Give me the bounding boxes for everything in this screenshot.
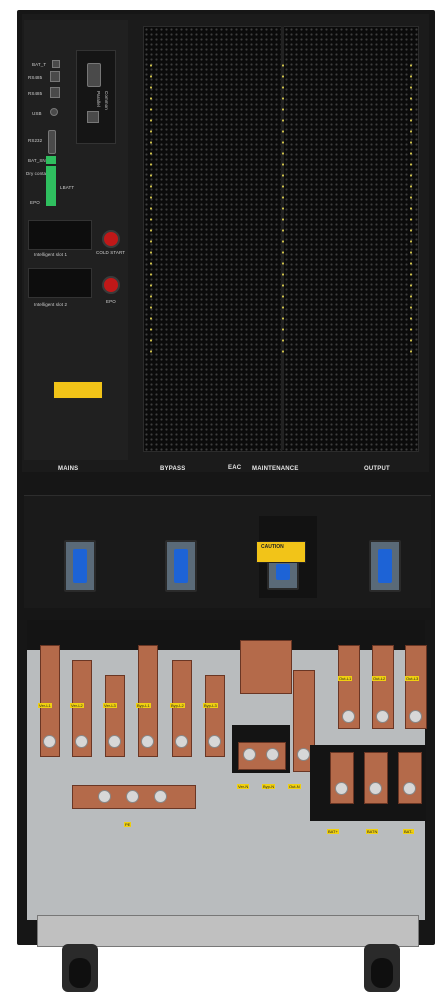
- output-switch-handle[interactable]: [378, 549, 392, 583]
- bolt-out-n: [297, 748, 310, 761]
- mains-label: MAINS: [58, 466, 79, 472]
- maintenance-switch-handle[interactable]: [276, 564, 290, 580]
- bolt-out-l3: [409, 710, 422, 723]
- tag-byp-n: Byp-N: [262, 784, 276, 789]
- parallel-port-2[interactable]: [87, 111, 99, 123]
- tag-bat-plus: BAT+: [327, 829, 339, 834]
- tag-byp-l2: Byp-L2: [170, 703, 185, 708]
- wheel-left: [69, 958, 91, 988]
- output-label: OUTPUT: [364, 466, 390, 472]
- tag-out-l2: Out-L2: [372, 676, 387, 681]
- rs485-port-2[interactable]: [50, 87, 60, 98]
- intelligent-slot-2[interactable]: [28, 268, 92, 298]
- parallel-label: Parallel: [96, 91, 101, 107]
- bypass-switch-handle[interactable]: [174, 549, 188, 583]
- port-label-rs485-1: RS485: [28, 75, 43, 80]
- tag-ver-n: Ver-N: [237, 784, 250, 789]
- bolt-ver-l1: [43, 735, 56, 748]
- cold-start-button[interactable]: [102, 230, 120, 248]
- mains-switch[interactable]: [64, 540, 96, 592]
- bolt-ver-l3: [108, 735, 121, 748]
- bolt-bat-n: [369, 782, 382, 795]
- cold-start-label: COLD START: [96, 250, 126, 255]
- bolt-bat-minus: [403, 782, 416, 795]
- terminal-bat-plus: [330, 752, 354, 804]
- tag-ver-l3: Ver-L3: [103, 703, 117, 708]
- caution-label: CAUTION: [256, 541, 306, 563]
- bypass-switch[interactable]: [165, 540, 197, 592]
- bat-sn-connector[interactable]: [46, 156, 56, 164]
- tag-out-l1: Out-L1: [338, 676, 353, 681]
- warning-sticker: [53, 381, 103, 399]
- tag-byp-l1: Byp-L1: [136, 703, 151, 708]
- parallel-card: Parallel Common: [76, 50, 116, 144]
- port-label-usb: USB: [32, 111, 42, 116]
- maintenance-label: MAINTENANCE: [252, 466, 299, 472]
- epo-button[interactable]: [102, 276, 120, 294]
- bolt-out-l1: [342, 710, 355, 723]
- terminal-top-strip: [27, 620, 425, 650]
- tag-ver-l1: Ver-L1: [38, 703, 52, 708]
- breaker-panel: [24, 495, 431, 608]
- rs232-port[interactable]: [48, 130, 56, 154]
- indicator-dots-center: [282, 60, 284, 360]
- epo-port-label: EPO: [30, 200, 40, 205]
- bolt-byp-n: [266, 748, 279, 761]
- bolt-ver-n: [243, 748, 256, 761]
- indicator-dots-right: [410, 60, 412, 360]
- intelligent-slot-1[interactable]: [28, 220, 92, 250]
- mains-switch-handle[interactable]: [73, 549, 87, 583]
- wheel-right: [371, 958, 393, 988]
- bypass-label: BYPASS: [160, 466, 186, 472]
- output-switch[interactable]: [369, 540, 401, 592]
- bat-sn-label: BAT_SN: [28, 158, 46, 163]
- lbatt-label: LBATT: [60, 185, 75, 190]
- tag-bat-n: BATN: [366, 829, 379, 834]
- tag-out-n: Out-N: [288, 784, 301, 789]
- parallel-port-1[interactable]: [87, 63, 101, 87]
- dry-contact-connector[interactable]: [46, 166, 56, 200]
- pe-bolt-1: [98, 790, 111, 803]
- pe-bolt-2: [126, 790, 139, 803]
- epo-connector[interactable]: [46, 198, 56, 206]
- port-label-rs485-2: RS485: [28, 91, 43, 96]
- port-label-rs232: RS232: [28, 138, 43, 143]
- usb-port[interactable]: [50, 108, 58, 116]
- epo-button-label: EPO: [106, 299, 116, 304]
- rs485-port-1[interactable]: [50, 71, 60, 82]
- indicator-dots-left: [150, 60, 152, 360]
- caster-right: [364, 944, 400, 992]
- terminal-bat-minus: [398, 752, 422, 804]
- eac-mark: EAC: [228, 465, 242, 471]
- tag-ver-l2: Ver-L2: [70, 703, 84, 708]
- caster-left: [62, 944, 98, 992]
- bolt-out-l2: [376, 710, 389, 723]
- port-label-bat-t: BAT_T: [32, 62, 47, 67]
- bolt-bat-plus: [335, 782, 348, 795]
- pe-bolt-3: [154, 790, 167, 803]
- bolt-byp-l1: [141, 735, 154, 748]
- terminal-bat-n: [364, 752, 388, 804]
- tag-bat-minus: BAT-: [403, 829, 414, 834]
- slot2-label: Intelligent slot 2: [34, 302, 68, 307]
- bolt-ver-l2: [75, 735, 88, 748]
- bat-t-port[interactable]: [52, 60, 60, 68]
- tag-out-l3: Out-L3: [405, 676, 420, 681]
- tag-byp-l3: Byp-L3: [203, 703, 218, 708]
- neutral-busbar: [240, 640, 292, 694]
- base-frame: [37, 915, 419, 947]
- tag-pe: PE: [124, 822, 132, 827]
- bolt-byp-l3: [208, 735, 221, 748]
- slot1-label: Intelligent slot 1: [34, 252, 68, 257]
- bolt-byp-l2: [175, 735, 188, 748]
- common-label: Common: [104, 91, 109, 110]
- caution-text: CAUTION: [261, 544, 284, 550]
